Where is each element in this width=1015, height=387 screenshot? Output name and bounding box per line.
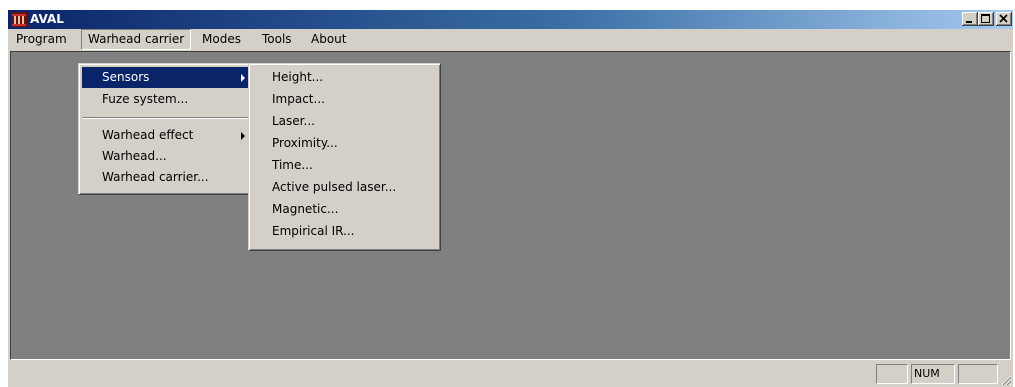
status-bar: NUM — [8, 362, 1013, 387]
main-window: AVAL Program Warhead carrier Modes Tools… — [8, 10, 1013, 387]
menu-item-label: Warhead... — [102, 149, 167, 163]
menu-program[interactable]: Program — [10, 29, 73, 50]
menu-item-fuze-system[interactable]: Fuze system... — [82, 89, 252, 110]
menu-item-time[interactable]: Time... — [252, 155, 437, 176]
minimize-button[interactable] — [962, 12, 978, 26]
menu-warhead-carrier[interactable]: Warhead carrier — [81, 29, 192, 50]
menu-item-label: Warhead effect — [102, 128, 194, 142]
maximize-icon — [981, 14, 990, 23]
menu-item-warhead-carrier[interactable]: Warhead carrier... — [82, 167, 252, 188]
menu-item-impact[interactable]: Impact... — [252, 89, 437, 110]
menu-item-active-pulsed-laser[interactable]: Active pulsed laser... — [252, 177, 437, 198]
menu-item-height[interactable]: Height... — [252, 67, 437, 88]
menu-about[interactable]: About — [305, 29, 352, 50]
menu-modes[interactable]: Modes — [196, 29, 247, 50]
menu-item-empirical-ir[interactable]: Empirical IR... — [252, 221, 437, 242]
menu-separator — [82, 117, 252, 119]
submenu-arrow-icon — [241, 132, 245, 140]
sensors-submenu: Height... Impact... Laser... Proximity..… — [248, 63, 441, 251]
window-title: AVAL — [30, 12, 64, 26]
menu-item-warhead[interactable]: Warhead... — [82, 146, 252, 167]
resize-grip-icon[interactable] — [1000, 374, 1012, 386]
warhead-carrier-dropdown: Sensors Fuze system... Warhead effect Wa… — [78, 63, 256, 195]
close-icon — [999, 14, 1008, 23]
minimize-icon — [966, 21, 972, 23]
menu-item-sensors[interactable]: Sensors — [82, 67, 252, 88]
menu-item-label: Fuze system... — [102, 92, 189, 106]
maximize-button[interactable] — [978, 12, 994, 26]
menu-item-warhead-effect[interactable]: Warhead effect — [82, 125, 252, 146]
submenu-arrow-icon — [241, 74, 245, 82]
aval-app-icon — [11, 12, 27, 27]
status-pane-scroll — [958, 364, 998, 384]
title-bar[interactable]: AVAL — [8, 10, 1013, 29]
menu-item-laser[interactable]: Laser... — [252, 111, 437, 132]
status-pane-num: NUM — [911, 364, 955, 384]
menu-item-magnetic[interactable]: Magnetic... — [252, 199, 437, 220]
status-pane-caps — [876, 364, 908, 384]
menu-item-proximity[interactable]: Proximity... — [252, 133, 437, 154]
menu-bar: Program Warhead carrier Modes Tools Abou… — [8, 29, 1013, 50]
menu-tools[interactable]: Tools — [256, 29, 298, 50]
menu-item-label: Sensors — [102, 70, 150, 84]
close-button[interactable] — [996, 12, 1012, 26]
menu-item-label: Warhead carrier... — [102, 170, 209, 184]
